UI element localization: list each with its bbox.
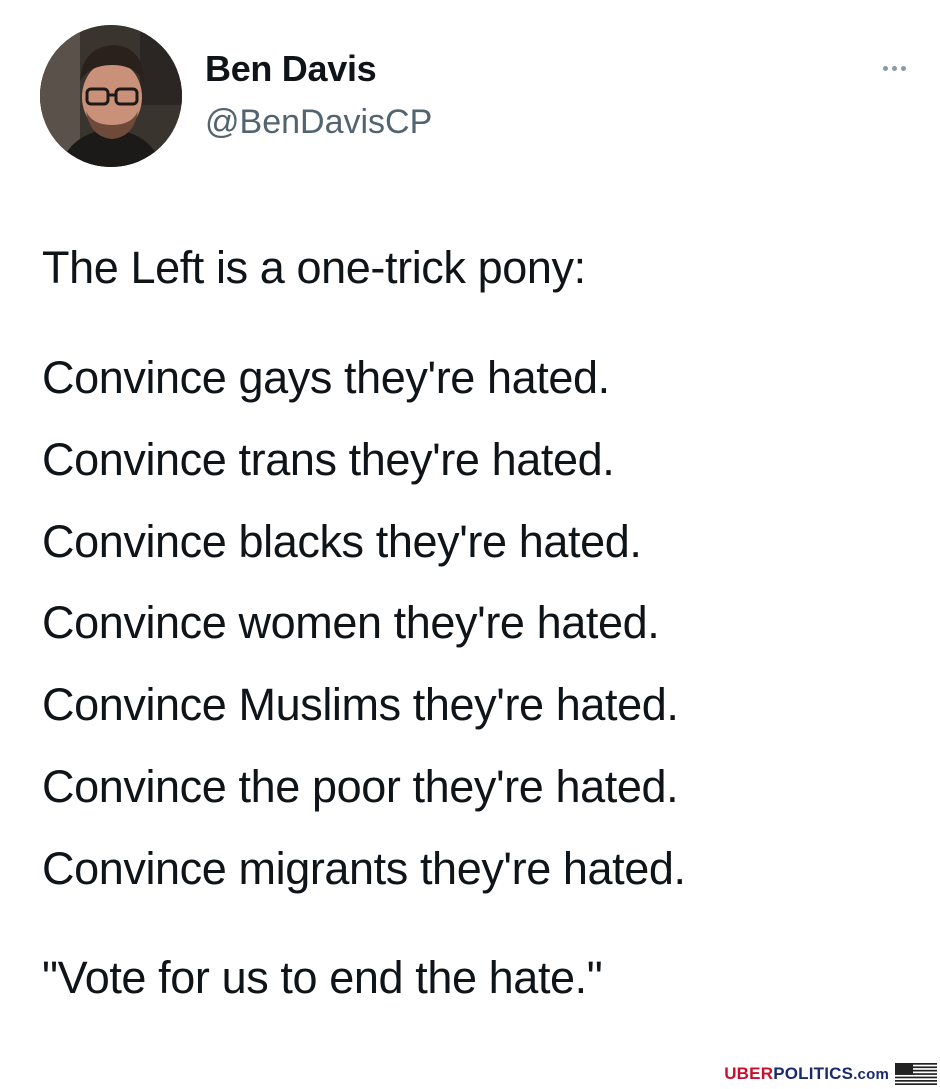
tweet-line: Convince Muslims they're hated. bbox=[42, 679, 679, 730]
tweet-line: Convince the poor they're hated. bbox=[42, 761, 679, 812]
tweet-intro: The Left is a one-trick pony: bbox=[42, 242, 586, 293]
tweet-line: Convince migrants they're hated. bbox=[42, 843, 686, 894]
watermark-brand: UBERPOLITICS.com bbox=[724, 1064, 889, 1084]
tweet-card: Ben Davis @BenDavisCP The Left is a one-… bbox=[0, 0, 940, 1060]
watermark-politics: POLITICS bbox=[773, 1064, 854, 1083]
dot bbox=[900, 65, 906, 71]
tweet-line: Convince gays they're hated. bbox=[42, 352, 610, 403]
tweet-line: Convince blacks they're hated. bbox=[42, 516, 642, 567]
profile-photo-icon bbox=[40, 25, 182, 167]
us-flag-icon bbox=[895, 1063, 937, 1085]
watermark-uber: UBER bbox=[724, 1064, 774, 1083]
dot bbox=[882, 65, 888, 71]
author-handle[interactable]: @BenDavisCP bbox=[205, 103, 432, 142]
watermark: UBERPOLITICS.com bbox=[724, 1062, 937, 1086]
tweet-closing: "Vote for us to end the hate." bbox=[42, 952, 603, 1003]
tweet-line: Convince trans they're hated. bbox=[42, 434, 615, 485]
tweet-line: Convince women they're hated. bbox=[42, 597, 660, 648]
more-options-icon[interactable] bbox=[872, 56, 916, 80]
watermark-com: .com bbox=[853, 1066, 889, 1083]
author-avatar[interactable] bbox=[40, 25, 182, 167]
author-display-name[interactable]: Ben Davis bbox=[205, 48, 377, 90]
dot bbox=[891, 65, 897, 71]
